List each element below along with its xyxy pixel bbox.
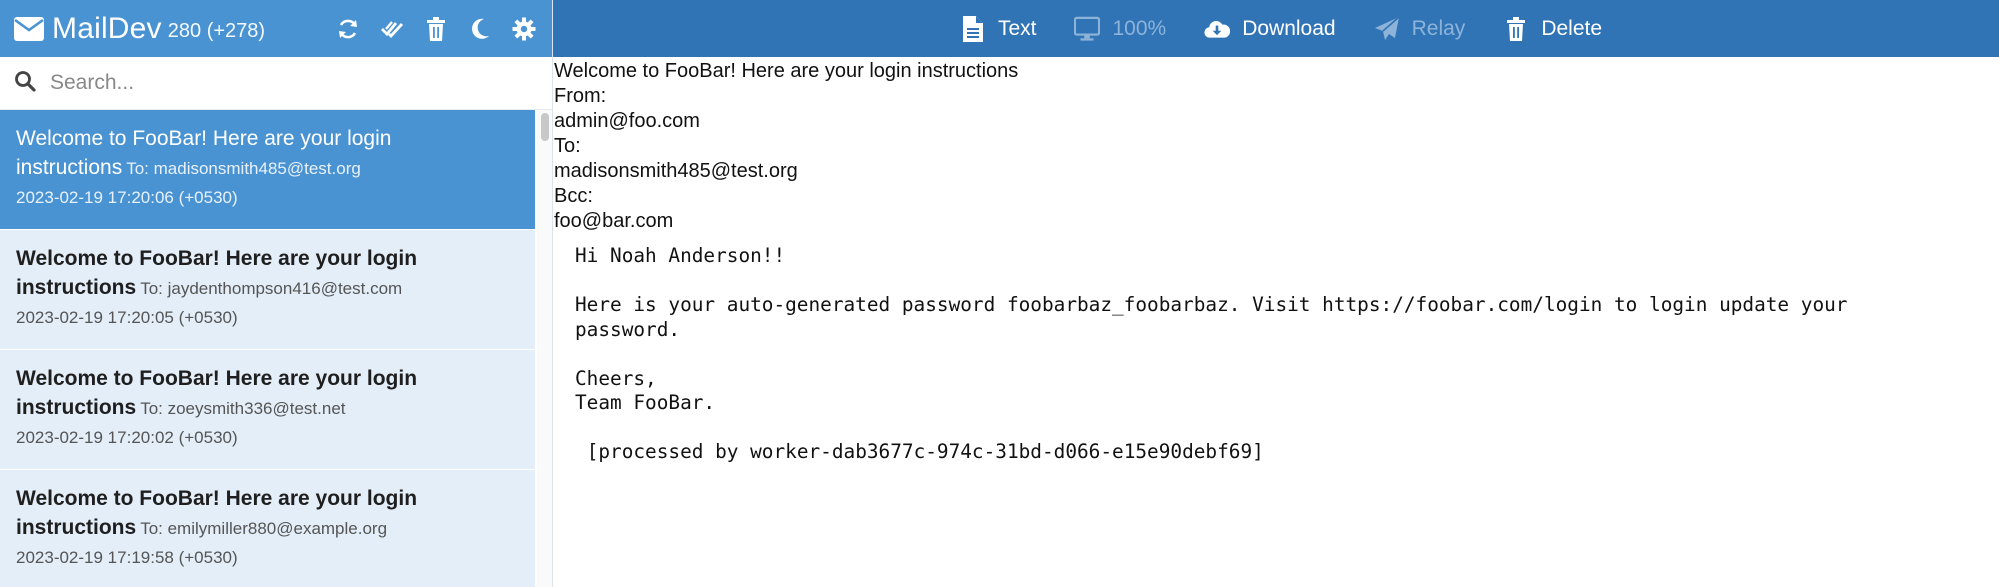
monitor-icon xyxy=(1074,16,1101,42)
search-bar xyxy=(0,57,552,110)
message-toolbar: Text 100% Download Relay Delete xyxy=(553,0,1999,57)
envelope-icon xyxy=(14,16,44,41)
email-list-item[interactable]: Welcome to FooBar! Here are your login i… xyxy=(0,230,535,350)
bcc-address: foo@bar.com xyxy=(554,210,674,232)
text-view-button[interactable]: Text xyxy=(960,15,1037,42)
search-input[interactable] xyxy=(50,71,510,95)
email-list-item[interactable]: Welcome to FooBar! Here are your login i… xyxy=(0,110,535,230)
search-icon xyxy=(14,70,36,97)
email-date: 2023-02-19 17:20:02 (+0530) xyxy=(16,428,238,447)
email-recipient: To: jaydenthompson416@test.com xyxy=(140,279,403,298)
brand[interactable]: MailDev 280 (+278) xyxy=(14,12,265,46)
email-list-item[interactable]: Welcome to FooBar! Here are your login i… xyxy=(0,470,535,587)
download-label: Download xyxy=(1242,16,1336,40)
scrollbar-thumb[interactable] xyxy=(541,113,549,141)
message-headers: Welcome to FooBar! Here are your login i… xyxy=(553,57,1999,234)
sidebar-header: MailDev 280 (+278) xyxy=(0,0,552,57)
email-list: Welcome to FooBar! Here are your login i… xyxy=(0,110,535,587)
paper-plane-icon xyxy=(1374,15,1400,42)
sidebar: MailDev 280 (+278) Search... Welcome to … xyxy=(0,0,553,587)
zoom-button[interactable]: 100% xyxy=(1074,16,1166,42)
gear-icon[interactable] xyxy=(512,17,536,41)
message-body: Hi Noah Anderson!! Here is your auto-gen… xyxy=(575,244,1848,463)
app-name: MailDev xyxy=(52,11,162,45)
email-date: 2023-02-19 17:20:05 (+0530) xyxy=(16,308,238,327)
cloud-download-icon xyxy=(1204,16,1231,42)
email-recipient: To: emilymiller880@example.org xyxy=(140,519,388,538)
message-pane: Text 100% Download Relay Delete Welcome … xyxy=(553,0,1999,587)
mark-all-read-icon[interactable] xyxy=(380,17,404,41)
from-label: From: xyxy=(554,85,607,107)
message-subject: Welcome to FooBar! Here are your login i… xyxy=(554,60,1019,82)
email-count: 280 (+278) xyxy=(167,20,266,42)
text-view-label: Text xyxy=(997,16,1037,40)
from-address: admin@foo.com xyxy=(554,110,700,132)
relay-button[interactable]: Relay xyxy=(1374,15,1466,42)
bcc-label: Bcc: xyxy=(554,185,593,207)
zoom-label: 100% xyxy=(1112,16,1167,40)
sidebar-toolbar xyxy=(336,16,536,41)
email-date: 2023-02-19 17:19:58 (+0530) xyxy=(16,548,238,567)
email-date: 2023-02-19 17:20:06 (+0530) xyxy=(16,188,238,207)
trash-icon xyxy=(1503,16,1529,42)
file-text-icon xyxy=(960,15,986,42)
refresh-icon[interactable] xyxy=(336,17,360,41)
email-recipient: To: zoeysmith336@test.net xyxy=(140,399,346,418)
email-recipient: To: madisonsmith485@test.org xyxy=(126,159,361,178)
download-button[interactable]: Download xyxy=(1204,16,1336,42)
email-list-item[interactable]: Welcome to FooBar! Here are your login i… xyxy=(0,350,535,470)
delete-label: Delete xyxy=(1541,16,1603,40)
to-address: madisonsmith485@test.org xyxy=(554,160,798,182)
to-label: To: xyxy=(554,135,581,157)
relay-label: Relay xyxy=(1411,16,1466,40)
email-list-scrollbar[interactable] xyxy=(537,110,552,587)
delete-button[interactable]: Delete xyxy=(1503,16,1602,42)
moon-icon[interactable] xyxy=(468,17,492,41)
trash-icon[interactable] xyxy=(424,16,448,41)
